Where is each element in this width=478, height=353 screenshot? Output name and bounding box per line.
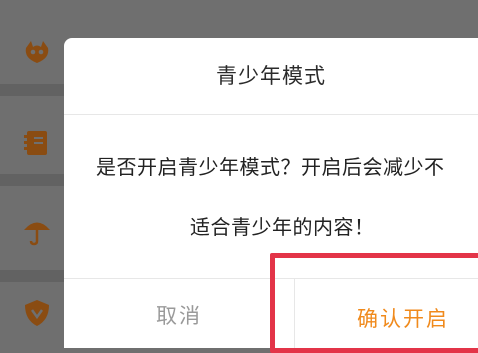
dialog-message: 是否开启青少年模式？开启后会减少不 适合青少年的内容！ xyxy=(96,152,478,242)
dialog-message-line: 适合青少年的内容！ xyxy=(190,215,375,239)
dialog-title: 青少年模式 xyxy=(216,64,326,88)
umbrella-icon xyxy=(24,222,50,246)
dialog-message-line: 是否开启青少年模式？开启后会减少不 xyxy=(96,155,445,179)
confirm-highlight-box xyxy=(270,253,478,353)
cancel-button[interactable]: 取消 xyxy=(64,279,294,348)
notebook-icon xyxy=(24,131,47,155)
monster-icon xyxy=(25,41,49,63)
dialog-divider xyxy=(64,114,478,115)
shield-icon xyxy=(25,300,49,326)
